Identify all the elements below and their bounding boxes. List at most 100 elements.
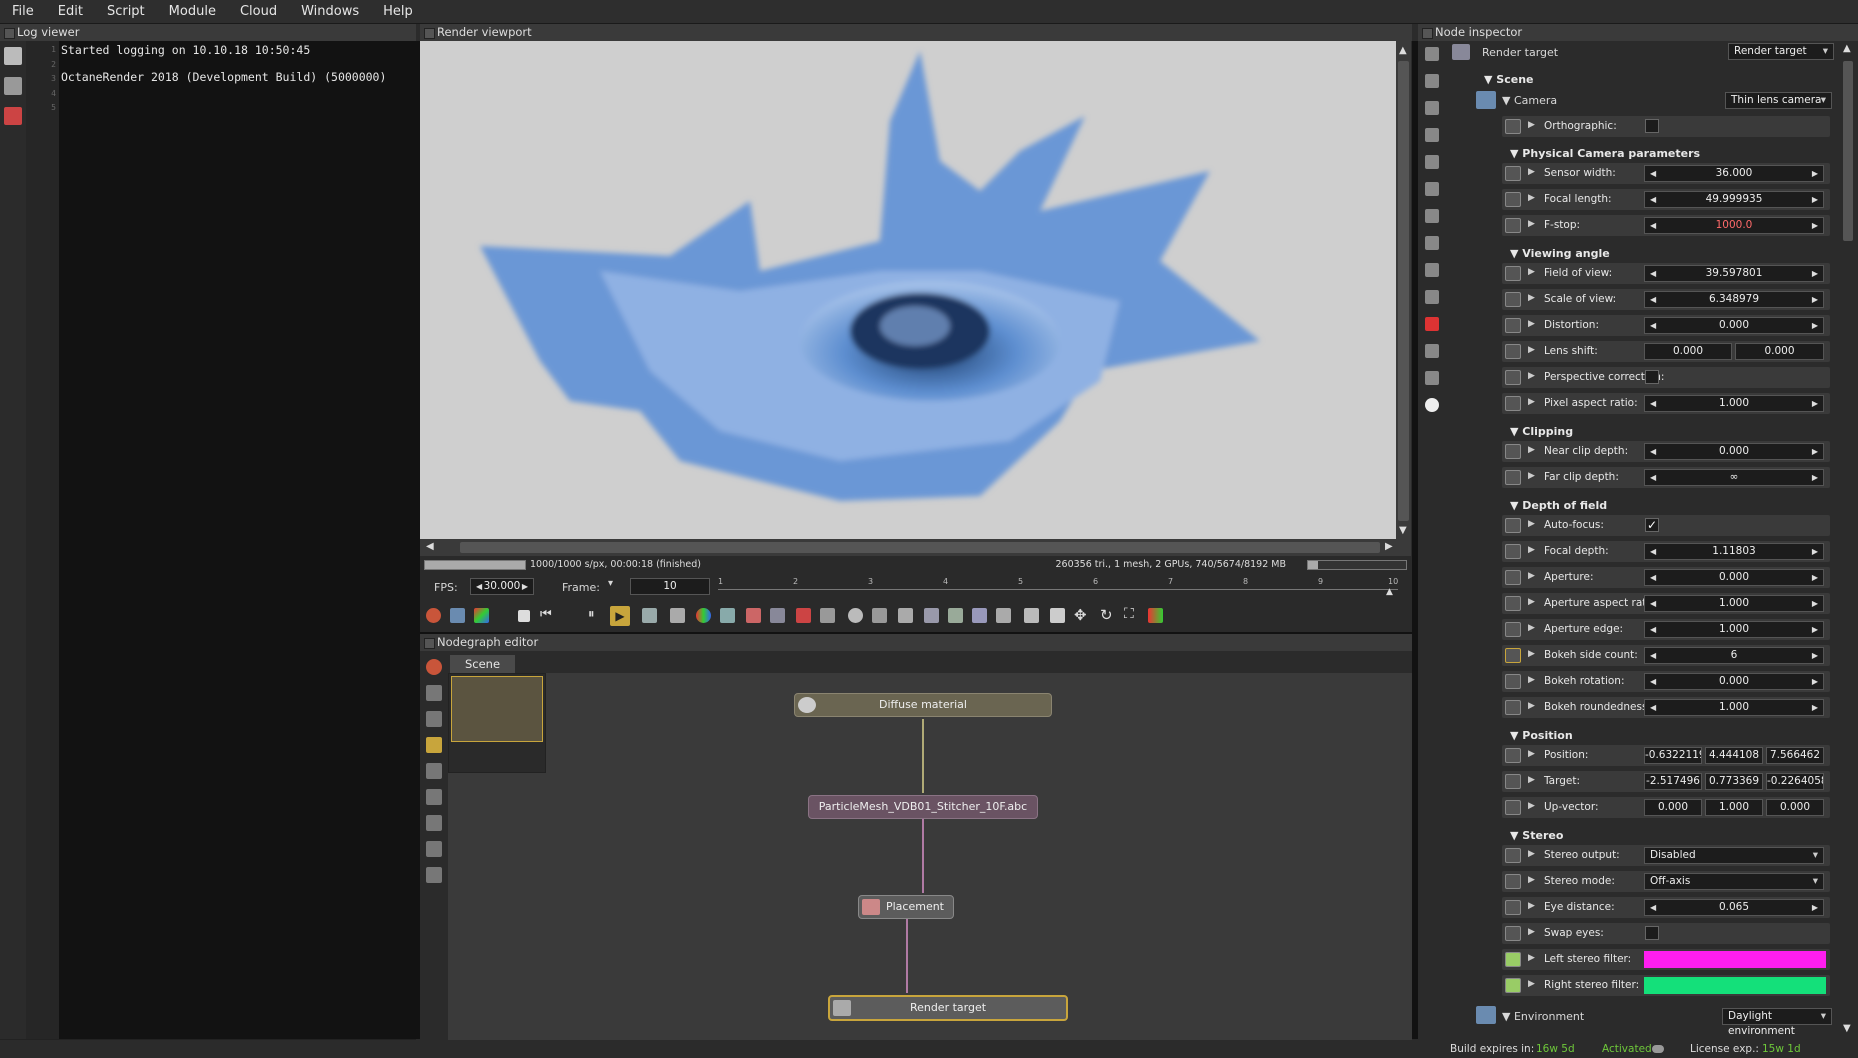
pin-icon[interactable] [1505, 119, 1521, 134]
aperture-field[interactable]: ◀ 0.000 ▶ [1644, 569, 1824, 586]
menu-script[interactable]: Script [95, 4, 157, 19]
pin-icon[interactable] [1505, 874, 1521, 889]
environment-expander[interactable]: ▼ Environment [1502, 1010, 1584, 1023]
hscroll-thumb[interactable] [460, 542, 1380, 553]
orbit-icon[interactable]: ↻ [1100, 606, 1113, 624]
insp-tool-icon[interactable] [1425, 101, 1439, 115]
ng-texture-icon[interactable] [426, 789, 442, 805]
pin-icon[interactable] [1505, 544, 1521, 559]
insp-tool-icon[interactable] [1425, 128, 1439, 142]
menu-edit[interactable]: Edit [46, 4, 95, 19]
ng-material-icon[interactable] [426, 763, 442, 779]
insp-tool-icon[interactable] [1425, 371, 1439, 385]
fullscreen-icon[interactable]: ⛶ [1124, 606, 1134, 622]
autofocus-checkbox[interactable]: ✓ [1645, 518, 1659, 532]
target-y-field[interactable]: 0.773369 [1705, 773, 1763, 790]
ng-reset-icon[interactable] [426, 659, 442, 675]
environment-dropdown[interactable]: Daylight environment [1722, 1008, 1832, 1037]
position-x-field[interactable]: -0.6322119 [1644, 747, 1702, 764]
menu-file[interactable]: File [0, 4, 46, 19]
aperture-edge-field[interactable]: ◀ 1.000 ▶ [1644, 621, 1824, 638]
diffuse-material-node[interactable]: Diffuse material [794, 693, 1052, 717]
far-clip-field[interactable]: ◀ ∞ ▶ [1644, 469, 1824, 486]
lock-viewport-icon[interactable] [872, 608, 887, 623]
render-image[interactable] [420, 41, 1396, 539]
insp-tool-icon[interactable] [1425, 263, 1439, 277]
material-icon[interactable] [474, 608, 489, 623]
insp-tool-icon[interactable] [1425, 47, 1439, 61]
refresh-icon[interactable] [450, 608, 465, 623]
stereo-output-dropdown[interactable]: Disabled [1644, 847, 1824, 864]
scale-of-view-field[interactable]: ◀ 6.348979 ▶ [1644, 291, 1824, 308]
pin-icon[interactable] [1505, 166, 1521, 181]
pin-icon[interactable] [1505, 470, 1521, 485]
gizmo-icon[interactable] [1148, 608, 1163, 623]
af-icon[interactable] [670, 608, 685, 623]
sensor-width-field[interactable]: ◀ 36.000 ▶ [1644, 165, 1824, 182]
dof-section[interactable]: ▼ Depth of field [1510, 499, 1607, 512]
pin-icon[interactable] [1505, 622, 1521, 637]
insp-tool-icon[interactable] [1425, 344, 1439, 358]
scroll-down-icon[interactable]: ▼ [1843, 1023, 1851, 1034]
clipping-section[interactable]: ▼ Clipping [1510, 425, 1573, 438]
scroll-down-icon[interactable]: ▼ [1399, 525, 1407, 536]
menu-windows[interactable]: Windows [289, 4, 371, 19]
save-image-icon[interactable] [948, 608, 963, 623]
inspector-scroll-thumb[interactable] [1843, 61, 1853, 241]
tab-scene[interactable]: Scene [450, 655, 515, 673]
camera-type-dropdown[interactable]: Thin lens camera [1725, 92, 1832, 109]
scene-section[interactable]: ▼ Scene [1484, 73, 1534, 86]
pin-icon[interactable] [1505, 596, 1521, 611]
scroll-thumb[interactable] [1398, 61, 1409, 521]
clear-log-icon[interactable] [4, 107, 22, 125]
pin-icon[interactable] [1505, 848, 1521, 863]
up-z-field[interactable]: 0.000 [1766, 799, 1824, 816]
pin-icon[interactable] [1505, 648, 1521, 663]
eye-distance-field[interactable]: ◀ 0.065 ▶ [1644, 899, 1824, 916]
pin-icon[interactable] [1505, 926, 1521, 941]
pin-icon[interactable] [1505, 444, 1521, 459]
menu-help[interactable]: Help [371, 4, 425, 19]
pin-icon[interactable] [1505, 978, 1521, 993]
inspector-scrollbar[interactable]: ▲ ▼ [1840, 41, 1858, 1040]
copy-log-icon[interactable] [4, 77, 22, 95]
insp-tool-icon[interactable] [1425, 182, 1439, 196]
render-target-dropdown[interactable]: Render target [1728, 43, 1834, 60]
reset-render-icon[interactable] [426, 608, 441, 623]
focus-picker-icon[interactable] [746, 608, 761, 623]
pin-icon[interactable] [1505, 370, 1521, 385]
film-region-icon[interactable] [820, 608, 835, 623]
color-picker-icon[interactable] [696, 608, 711, 623]
ng-arrange-icon[interactable] [426, 685, 442, 701]
activation-toggle-icon[interactable] [1652, 1045, 1664, 1053]
lock-icon[interactable] [1024, 608, 1039, 623]
insp-tool-icon[interactable] [1425, 290, 1439, 304]
pin-icon[interactable] [1505, 952, 1521, 967]
play-icon[interactable]: ▶ [610, 606, 630, 626]
pause-icon[interactable]: ⏸ [588, 607, 595, 622]
up-y-field[interactable]: 1.000 [1705, 799, 1763, 816]
pin-icon[interactable] [1505, 570, 1521, 585]
swap-eyes-checkbox[interactable] [1645, 926, 1659, 940]
pin-icon[interactable] [1505, 674, 1521, 689]
region-icon[interactable] [796, 608, 811, 623]
focal-length-field[interactable]: ◀ 49.999935 ▶ [1644, 191, 1824, 208]
insp-tool-icon[interactable] [1425, 155, 1439, 169]
target-z-field[interactable]: -0.2264058 [1766, 773, 1824, 790]
physical-section[interactable]: ▼ Physical Camera parameters [1510, 147, 1700, 160]
pin-icon[interactable] [1505, 218, 1521, 233]
ng-group-icon[interactable] [426, 737, 442, 753]
pin-icon[interactable] [1505, 700, 1521, 715]
render-passes-icon[interactable] [972, 608, 987, 623]
ng-fit-icon[interactable] [426, 711, 442, 727]
pin-icon[interactable] [1505, 344, 1521, 359]
pin-icon[interactable] [1505, 800, 1521, 815]
perspective-correction-checkbox[interactable] [1645, 370, 1659, 384]
insp-tool-icon[interactable] [1425, 209, 1439, 223]
right-filter-swatch[interactable] [1644, 977, 1826, 994]
insp-tool-icon[interactable] [1425, 74, 1439, 88]
pin-icon[interactable] [1505, 318, 1521, 333]
stereo-mode-dropdown[interactable]: Off-axis [1644, 873, 1824, 890]
timeline-playhead-icon[interactable]: ▲ [1386, 587, 1393, 597]
lens-shift-y-field[interactable]: 0.000 [1735, 343, 1824, 360]
